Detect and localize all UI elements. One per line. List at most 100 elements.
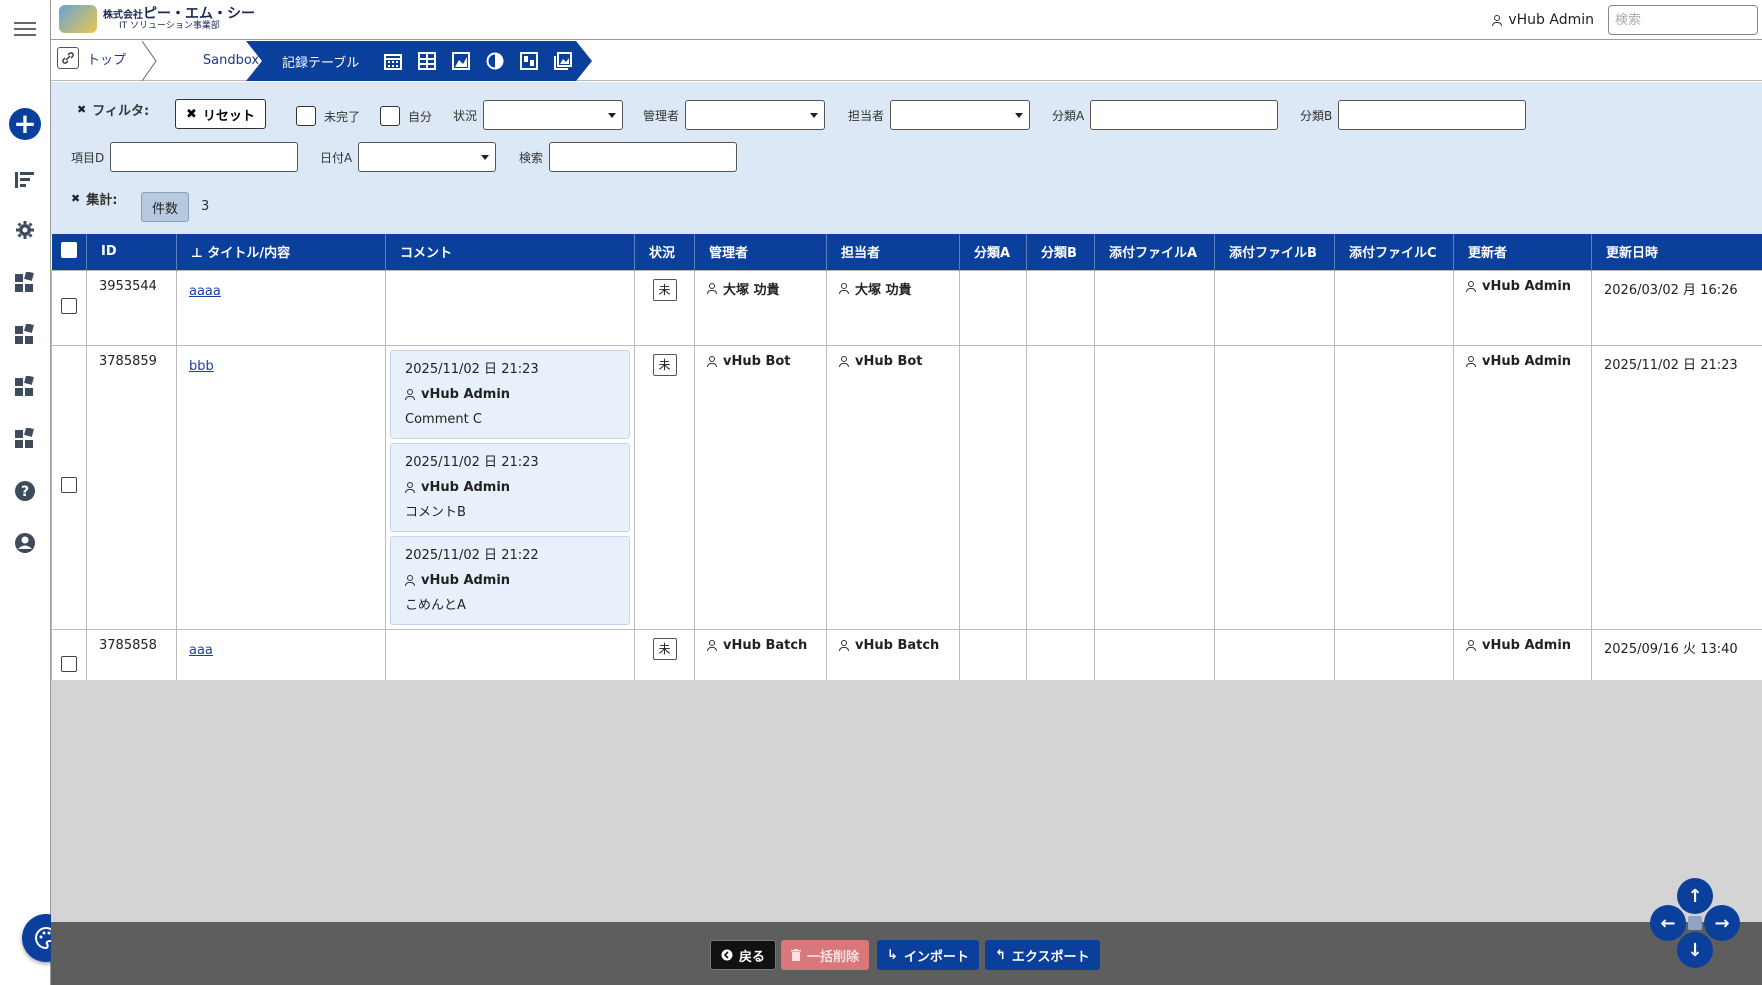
item-d-filter-input[interactable] (110, 142, 299, 172)
calendar-icon[interactable] (383, 51, 403, 71)
back-button[interactable]: 戻る (710, 940, 777, 970)
select-all-checkbox[interactable] (60, 241, 77, 258)
widget-icon[interactable] (12, 425, 38, 451)
manager-filter-select[interactable] (685, 100, 826, 130)
title-link[interactable]: aaa (189, 643, 213, 658)
table-header-row: ID ⊥ タイトル/内容 コメント 状況 管理者 担当者 分類A 分類B 添付フ… (51, 234, 1762, 270)
column-header[interactable]: 添付ファイルC (1334, 234, 1454, 270)
gear-icon[interactable] (12, 217, 38, 243)
breadcrumb-current: 記録テーブル (246, 41, 592, 81)
class-a-cell (959, 344, 1027, 630)
class-b-filter-input[interactable] (1338, 100, 1527, 130)
breadcrumb-separator (141, 41, 157, 81)
add-record-icon[interactable]: + (9, 108, 41, 140)
user-icon (1466, 639, 1476, 651)
column-header[interactable]: 分類B (1026, 234, 1095, 270)
column-header[interactable]: 状況 (634, 234, 695, 270)
row-select-cell (51, 344, 87, 630)
kanban-icon[interactable] (519, 51, 539, 71)
import-icon: ↳ (887, 947, 898, 963)
filter-collapse-icon[interactable]: ✖ (77, 103, 86, 116)
class-a-filter-input[interactable] (1090, 100, 1279, 130)
scroll-nav-pad: ↑ ← → ↓ (1650, 878, 1740, 968)
title-link[interactable]: bbb (189, 359, 214, 374)
arrow-left-icon[interactable]: ← (1650, 905, 1686, 941)
column-header[interactable]: 分類A (959, 234, 1027, 270)
table-icon[interactable] (417, 51, 437, 71)
manager-cell: vHub Bot (694, 344, 827, 630)
column-header[interactable]: 管理者 (694, 234, 827, 270)
back-label: 戻る (739, 949, 766, 965)
sort-icon[interactable] (12, 167, 38, 193)
company-logo[interactable]: 株式会社ピー・エム・シー IT ソリューション事業部 (59, 5, 255, 33)
widget-icon[interactable] (12, 373, 38, 399)
column-header[interactable]: 更新者 (1453, 234, 1592, 270)
row-checkbox[interactable] (61, 477, 77, 493)
column-header-title[interactable]: ⊥ タイトル/内容 (176, 234, 386, 270)
status-badge[interactable]: 未 (652, 278, 677, 301)
status-badge[interactable]: 未 (652, 637, 677, 660)
comment-card[interactable]: 2025/11/02 日 21:22 vHub Admin こめんとA (390, 535, 630, 625)
title-link[interactable]: aaaa (189, 284, 221, 299)
search-filter-input[interactable] (549, 142, 738, 172)
import-button[interactable]: ↳ インポート (877, 940, 979, 970)
widget-icon[interactable] (12, 321, 38, 347)
status-filter-label: 状況 (453, 108, 478, 123)
column-header[interactable]: 添付ファイルA (1094, 234, 1215, 270)
assignee-cell: 大塚 功貴 (826, 269, 960, 346)
column-header[interactable]: ID (86, 234, 177, 270)
chart-area-icon[interactable] (451, 51, 471, 71)
user-icon (839, 639, 849, 651)
status-filter-select[interactable] (483, 100, 624, 130)
reset-label: リセット (202, 108, 255, 124)
arrow-down-icon[interactable]: ↓ (1677, 932, 1713, 968)
column-header[interactable]: 更新日時 (1591, 234, 1762, 270)
status-badge[interactable]: 未 (652, 353, 677, 376)
arrow-up-icon[interactable]: ↑ (1677, 878, 1713, 914)
user-icon (839, 282, 849, 294)
incomplete-label: 未完了 (324, 109, 361, 124)
incomplete-checkbox[interactable] (296, 106, 316, 126)
date-a-filter-select[interactable] (358, 142, 497, 172)
self-label: 自分 (408, 109, 433, 124)
assignee-filter-select[interactable] (890, 100, 1031, 130)
comment-card[interactable]: 2025/11/02 日 21:23 vHub Admin コメントB (390, 442, 630, 532)
search-filter-label: 検索 (519, 150, 544, 165)
export-label: エクスポート (1011, 949, 1090, 965)
user-icon (707, 639, 717, 651)
title-cell: aaaa (176, 269, 386, 346)
column-header[interactable]: コメント (385, 234, 635, 270)
filter-reset-button[interactable]: ✖ リセット (175, 99, 266, 129)
help-icon[interactable]: ? (12, 478, 38, 504)
aggregate-type-chip[interactable]: 件数 (141, 192, 190, 222)
comment-body: コメントB (405, 504, 466, 520)
aggregate-collapse-icon[interactable]: ✖ (71, 192, 80, 205)
self-checkbox[interactable] (380, 106, 400, 126)
breadcrumb: トップ Sandbox 記録テーブル (51, 41, 1762, 81)
column-header[interactable]: 添付ファイルB (1214, 234, 1335, 270)
widget-icon[interactable] (12, 269, 38, 295)
export-button[interactable]: ↰ エクスポート (985, 940, 1100, 970)
comment-user: vHub Admin (421, 386, 511, 402)
class-b-cell (1026, 344, 1095, 630)
bulk-delete-button[interactable]: 一括削除 (781, 940, 870, 970)
gallery-icon[interactable] (553, 51, 573, 71)
footer-toolbar: 戻る 一括削除 ↳ インポート ↰ エクスポート (51, 922, 1762, 985)
comment-body: Comment C (405, 411, 482, 427)
header-search-input[interactable] (1608, 5, 1758, 35)
table-row[interactable]: 3953544 aaaa 未 大塚 功貴 大塚 功貴 vHub Admin 20… (51, 269, 1762, 346)
arrow-right-icon[interactable]: → (1704, 905, 1740, 941)
column-header[interactable]: 担当者 (826, 234, 960, 270)
pie-icon[interactable] (485, 51, 505, 71)
comment-card[interactable]: 2025/11/02 日 21:23 vHub Admin Comment C (390, 349, 630, 439)
table-row[interactable]: 3785859 bbb 2025/11/02 日 21:23 vHub Admi… (51, 344, 1762, 630)
account-icon[interactable] (12, 530, 38, 556)
hamburger-menu-icon[interactable] (12, 16, 38, 42)
current-user-name: vHub Admin (1508, 12, 1594, 28)
row-checkbox[interactable] (61, 656, 77, 672)
link-icon[interactable] (57, 47, 79, 69)
breadcrumb-top[interactable]: トップ (87, 41, 126, 81)
current-user[interactable]: vHub Admin (1492, 12, 1594, 28)
comment-user: vHub Admin (421, 479, 511, 495)
row-checkbox[interactable] (61, 297, 77, 314)
